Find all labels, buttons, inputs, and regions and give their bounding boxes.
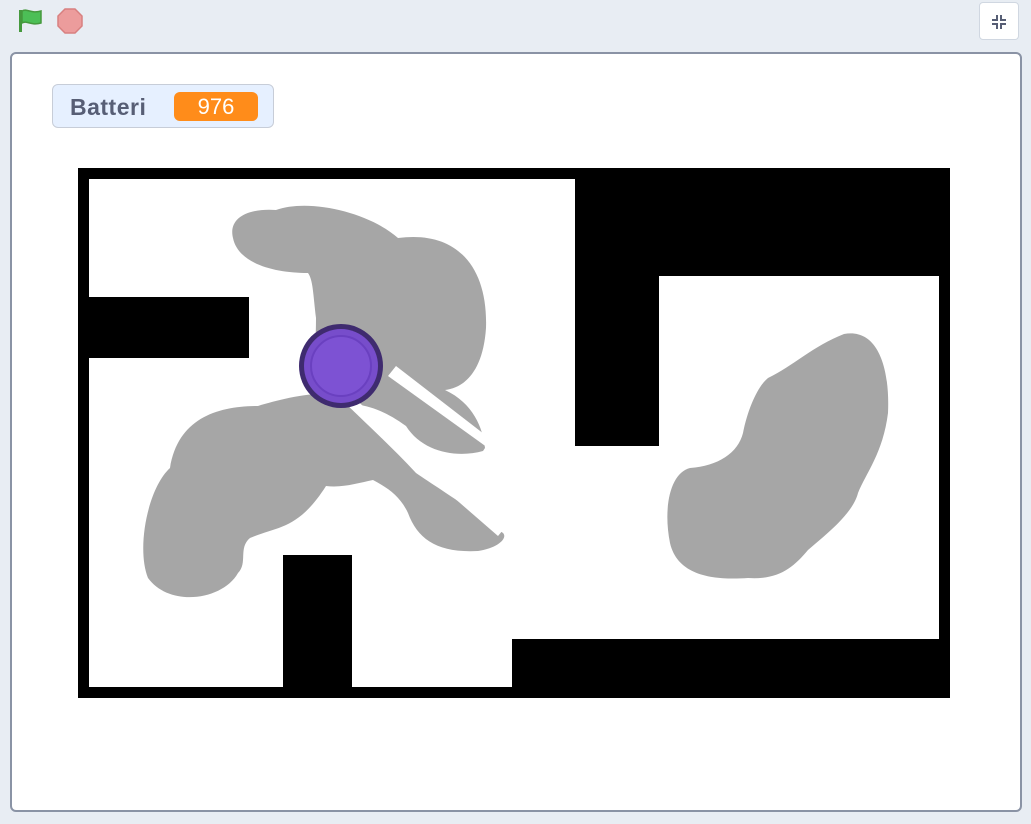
green-flag-icon	[19, 9, 42, 32]
unfullscreen-icon	[990, 13, 1008, 31]
stop-button[interactable]	[55, 6, 85, 36]
wall-block	[575, 168, 950, 276]
monitor-value: 976	[174, 92, 258, 121]
stage-header	[0, 0, 1031, 48]
variable-monitor: Batteri 976	[52, 84, 274, 128]
exit-fullscreen-button[interactable]	[979, 2, 1019, 40]
wall-block	[283, 555, 352, 698]
monitor-label: Batteri	[70, 94, 147, 120]
robot-vacuum-sprite[interactable]	[299, 324, 383, 408]
wall-block	[78, 297, 249, 358]
maze	[78, 168, 950, 698]
stop-sign-icon	[57, 8, 83, 34]
wall-block	[939, 168, 950, 698]
stage[interactable]: Batteri 976	[10, 52, 1022, 812]
wall-block	[512, 639, 950, 698]
green-flag-button[interactable]	[14, 6, 46, 36]
